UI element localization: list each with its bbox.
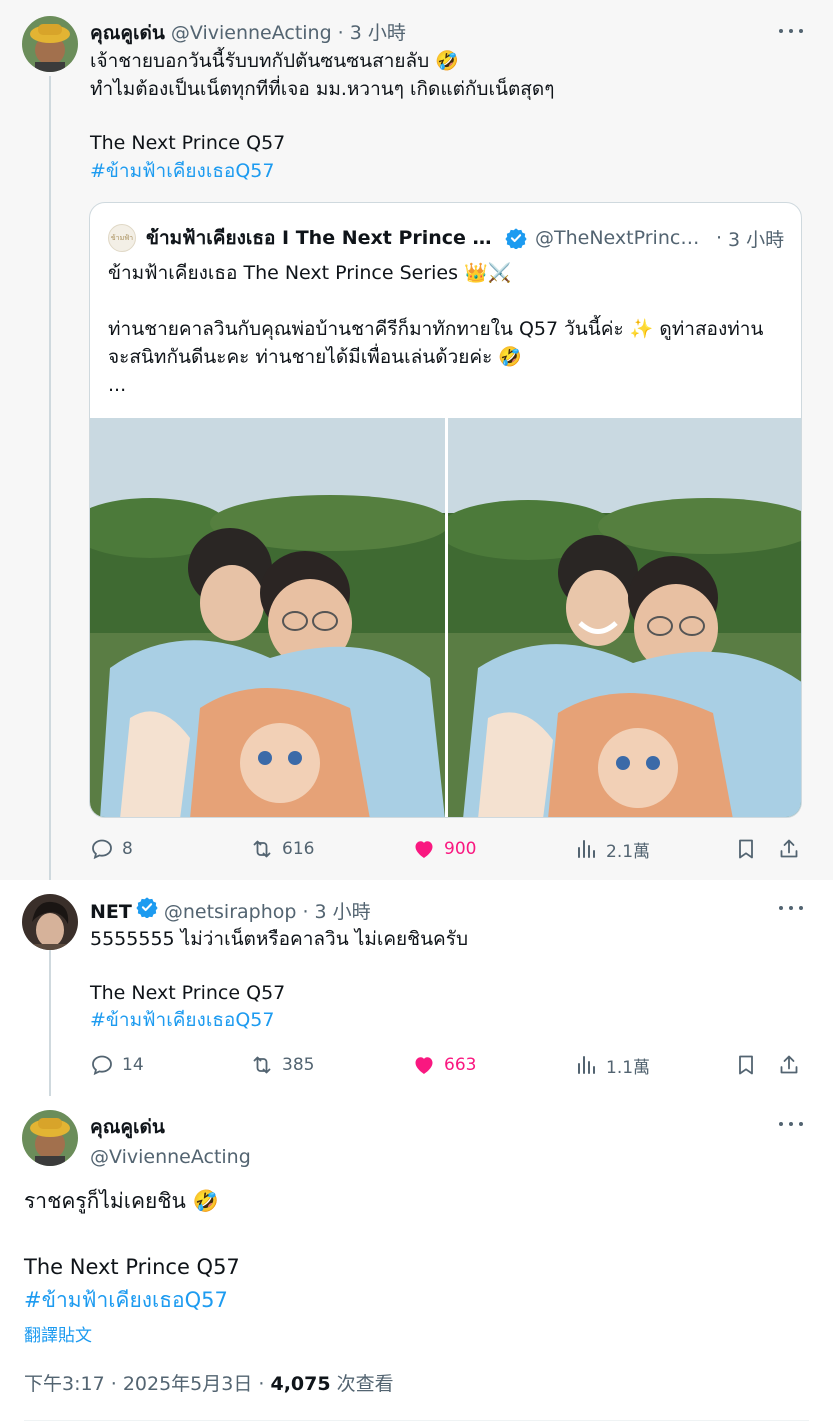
more-options-icon[interactable] bbox=[779, 1119, 803, 1129]
views-label: 次查看 bbox=[336, 1373, 394, 1395]
tweet-header: NET @netsiraphop · 3 小時 bbox=[90, 896, 371, 924]
analytics-icon bbox=[578, 1056, 595, 1074]
views-button[interactable]: 1.1萬 bbox=[574, 1050, 650, 1080]
tweet-header: คุณคูเด่น @VivienneActing bbox=[90, 1112, 251, 1168]
bookmark-icon bbox=[739, 839, 753, 859]
quoted-tweet-header: ข้ามฟ้า ข้ามฟ้าเคียงเธอ I The Next Princ… bbox=[108, 223, 788, 253]
like-button[interactable]: 900 bbox=[412, 834, 476, 864]
share-icon bbox=[780, 1055, 798, 1074]
view-count: 1.1萬 bbox=[606, 1057, 651, 1078]
quoted-text-line: ข้ามฟ้าเคียงเธอ The Next Prince Series 👑… bbox=[108, 262, 512, 284]
post-date[interactable]: 2025年5月3日 bbox=[123, 1373, 253, 1395]
repost-count: 616 bbox=[282, 839, 315, 859]
avatar[interactable] bbox=[22, 1110, 78, 1166]
quoted-display-name[interactable]: ข้ามฟ้าเคียงเธอ I The Next Prince Series bbox=[146, 223, 501, 253]
timestamp[interactable]: 3 小時 bbox=[315, 897, 371, 924]
photo-1[interactable] bbox=[90, 418, 445, 817]
quoted-user-handle[interactable]: @TheNextPrinceSeries bbox=[535, 227, 710, 249]
reply-icon bbox=[92, 1055, 112, 1076]
bookmark-icon bbox=[739, 1055, 753, 1075]
timestamp[interactable]: 3 小時 bbox=[350, 18, 406, 45]
tweet-text-line: The Next Prince Q57 bbox=[24, 1255, 240, 1279]
repost-icon bbox=[253, 840, 271, 858]
heart-icon bbox=[415, 1057, 433, 1074]
translate-post-link[interactable]: 翻譯貼文 bbox=[24, 1321, 92, 1346]
tweet-2[interactable]: NET @netsiraphop · 3 小時 5555555 ไม่ว่าเน… bbox=[0, 880, 833, 1096]
reply-button[interactable]: 8 bbox=[90, 834, 133, 864]
user-handle[interactable]: @netsiraphop bbox=[164, 901, 297, 923]
like-count: 900 bbox=[444, 839, 477, 859]
quoted-avatar-logo: ข้ามฟ้า bbox=[110, 233, 134, 242]
separator: · bbox=[258, 1373, 265, 1395]
hashtag-link[interactable]: #ข้ามฟ้าเคียงเธอQ57 bbox=[90, 1007, 274, 1034]
quoted-tweet[interactable]: ข้ามฟ้า ข้ามฟ้าเคียงเธอ I The Next Princ… bbox=[89, 202, 802, 818]
repost-count: 385 bbox=[282, 1055, 315, 1075]
separator: · bbox=[337, 22, 344, 44]
share-button[interactable] bbox=[777, 1050, 809, 1080]
tweet-text-line: 5555555 ไม่ว่าเน็ตหรือคาลวิน ไม่เคยชินคร… bbox=[90, 928, 469, 950]
heart-icon bbox=[415, 841, 433, 858]
tweet-header: คุณคูเด่น @VivienneActing · 3 小時 bbox=[90, 18, 406, 48]
view-count: 4,075 bbox=[270, 1373, 331, 1395]
share-icon bbox=[780, 839, 798, 858]
quoted-text-line: ... bbox=[108, 374, 127, 396]
quoted-avatar[interactable]: ข้ามฟ้า bbox=[108, 224, 136, 252]
divider bbox=[24, 1420, 809, 1421]
tweet-text-line: ทำไมต้องเป็นเน็ตทุกทีที่เจอ มม.หวานๆ เกิ… bbox=[90, 78, 555, 100]
photo-grid bbox=[90, 418, 801, 817]
verified-badge-icon bbox=[136, 897, 158, 918]
separator: · bbox=[716, 227, 723, 249]
user-handle[interactable]: @VivienneActing bbox=[171, 22, 332, 44]
tweet-actions: 8 616 900 2.1萬 bbox=[90, 834, 802, 864]
display-name[interactable]: NET bbox=[90, 901, 132, 923]
tweet-text-line: เจ้าชายบอกวันนี้รับบทกัปตันซนซนสายลับ 🤣 bbox=[90, 50, 459, 72]
tweet-text-line: The Next Prince Q57 bbox=[90, 982, 286, 1004]
repost-icon bbox=[253, 1056, 271, 1074]
quoted-text-line: จะสนิทกันดีนะคะ ท่านชายได้มีเพื่อนเล่นด้… bbox=[108, 346, 523, 368]
post-meta: 下午3:17 · 2025年5月3日 · 4,075 次查看 bbox=[24, 1369, 394, 1396]
reply-button[interactable]: 14 bbox=[90, 1050, 144, 1080]
repost-button[interactable]: 616 bbox=[250, 834, 314, 864]
reply-count: 14 bbox=[122, 1055, 144, 1075]
separator: · bbox=[110, 1373, 117, 1395]
share-button[interactable] bbox=[777, 834, 809, 864]
repost-button[interactable]: 385 bbox=[250, 1050, 314, 1080]
views-button[interactable]: 2.1萬 bbox=[574, 834, 650, 864]
photo-2[interactable] bbox=[448, 418, 801, 817]
tweet-1[interactable]: คุณคูเด่น @VivienneActing · 3 小時 เจ้าชาย… bbox=[0, 0, 833, 880]
reply-icon bbox=[92, 839, 112, 860]
post-time[interactable]: 下午3:17 bbox=[24, 1373, 105, 1395]
tweet-text-line: ราชครูก็ไม่เคยชิน 🤣 bbox=[24, 1189, 219, 1213]
quoted-timestamp[interactable]: 3 小時 bbox=[728, 225, 784, 252]
more-options-icon[interactable] bbox=[779, 903, 803, 913]
thread-line bbox=[49, 76, 51, 880]
hashtag-link[interactable]: #ข้ามฟ้าเคียงเธอQ57 bbox=[24, 1285, 228, 1315]
hashtag-link[interactable]: #ข้ามฟ้าเคียงเธอQ57 bbox=[90, 158, 274, 185]
avatar[interactable] bbox=[22, 894, 78, 950]
bookmark-button[interactable] bbox=[734, 834, 766, 864]
separator: · bbox=[302, 901, 309, 923]
display-name[interactable]: คุณคูเด่น bbox=[90, 18, 165, 48]
like-button[interactable]: 663 bbox=[412, 1050, 476, 1080]
analytics-icon bbox=[578, 840, 595, 858]
thread-line bbox=[49, 950, 51, 1096]
avatar[interactable] bbox=[22, 16, 78, 72]
more-options-icon[interactable] bbox=[779, 26, 803, 36]
view-count: 2.1萬 bbox=[606, 841, 651, 862]
verified-badge-icon bbox=[505, 228, 527, 249]
like-count: 663 bbox=[444, 1055, 477, 1075]
user-handle[interactable]: @VivienneActing bbox=[90, 1146, 251, 1168]
reply-count: 8 bbox=[122, 839, 133, 859]
tweet-actions: 14 385 663 1.1萬 bbox=[90, 1050, 802, 1080]
tweet-text-line: The Next Prince Q57 bbox=[90, 132, 286, 154]
display-name[interactable]: คุณคูเด่น bbox=[90, 1112, 165, 1142]
quoted-text-line: ท่านชายคาลวินกับคุณพ่อบ้านชาคีรีก็มาทักท… bbox=[108, 318, 764, 340]
bookmark-button[interactable] bbox=[734, 1050, 766, 1080]
